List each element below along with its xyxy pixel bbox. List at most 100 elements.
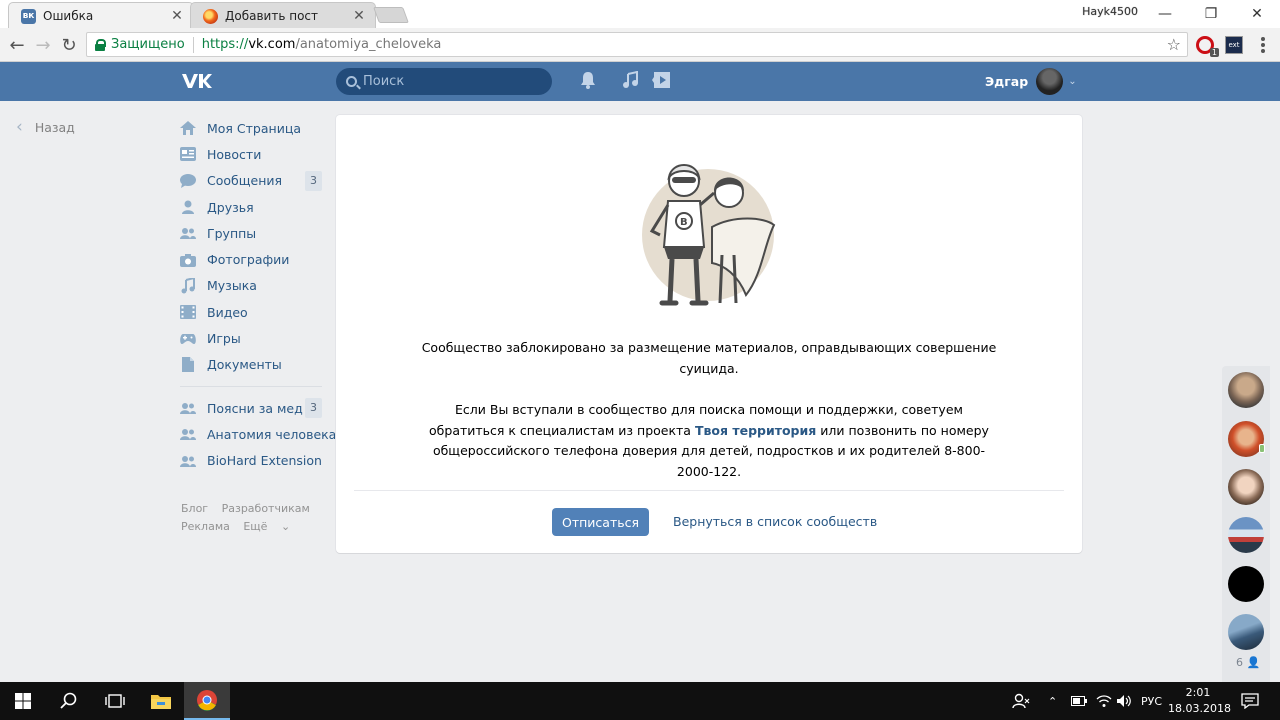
- tab-error[interactable]: вк Ошибка ✕: [8, 2, 194, 28]
- sidebar-item-games[interactable]: Игры: [180, 325, 322, 351]
- sidebar-item-photos[interactable]: Фотографии: [180, 246, 322, 272]
- system-clock[interactable]: 2:01 18.03.2018: [1168, 685, 1231, 717]
- back-arrow-icon[interactable]: ←: [6, 34, 28, 56]
- sidebar-item-music[interactable]: Музыка: [180, 273, 322, 299]
- file-explorer-icon[interactable]: [138, 682, 184, 720]
- chat-avatar[interactable]: [1228, 469, 1264, 505]
- vk-favicon-icon: вк: [21, 9, 36, 24]
- battery-icon[interactable]: [1071, 682, 1087, 720]
- chat-avatar[interactable]: [1228, 517, 1264, 553]
- chat-avatar[interactable]: [1228, 372, 1264, 408]
- search-box[interactable]: [336, 68, 552, 95]
- windows-taskbar: ⌃ РУС 2:01 18.03.2018: [0, 682, 1280, 720]
- svg-text:B: B: [680, 217, 688, 228]
- friends-icon: [180, 199, 196, 215]
- more-contacts-count[interactable]: 6 👤: [1236, 656, 1260, 669]
- wifi-icon[interactable]: [1096, 682, 1112, 720]
- close-window-button[interactable]: ✕: [1234, 0, 1280, 28]
- unsubscribe-button[interactable]: Отписаться: [552, 508, 649, 536]
- tray-expand-icon[interactable]: ⌃: [1048, 682, 1057, 720]
- sidebar-item-friends[interactable]: Друзья: [180, 194, 322, 220]
- vk-logo[interactable]: [180, 70, 214, 92]
- chat-contacts-strip: 6 👤: [1222, 366, 1270, 682]
- user-menu[interactable]: Эдгар ⌄: [985, 62, 1077, 101]
- search-input[interactable]: [363, 74, 533, 89]
- sidebar-item-groups[interactable]: Группы: [180, 220, 322, 246]
- sidebar: Моя Страница Новости Сообщения 3 Друзья …: [180, 115, 336, 474]
- sidebar-divider: [180, 385, 322, 387]
- footer-link-more[interactable]: Ещё ⌄: [243, 520, 300, 533]
- sidebar-item-my-page[interactable]: Моя Страница: [180, 115, 322, 141]
- video-icon: [180, 304, 196, 320]
- back-label: Назад: [34, 119, 75, 135]
- unread-count-badge: 3: [305, 170, 322, 191]
- url-path: /anatomiya_cheloveka: [295, 37, 442, 52]
- volume-icon[interactable]: [1116, 682, 1132, 720]
- restore-button[interactable]: ❐: [1188, 0, 1234, 28]
- sidebar-item-label: Игры: [207, 331, 241, 347]
- footer-link-blog[interactable]: Блог: [181, 502, 208, 515]
- extension-icon[interactable]: ext: [1225, 36, 1243, 54]
- back-to-communities-link[interactable]: Вернуться в список сообществ: [673, 514, 877, 529]
- windows-start-icon[interactable]: [0, 682, 46, 720]
- blocked-community-card: B Сообщество заблокировано за размещение…: [336, 115, 1082, 553]
- firefox-favicon-icon: [203, 9, 218, 24]
- bookmark-star-icon[interactable]: ☆: [1167, 35, 1181, 54]
- input-language[interactable]: РУС: [1141, 682, 1162, 720]
- sidebar-item-documents[interactable]: Документы: [180, 352, 322, 378]
- footer-link-developers[interactable]: Разработчикам: [222, 502, 310, 515]
- chat-avatar[interactable]: [1228, 566, 1264, 602]
- user-name: Эдгар: [985, 74, 1029, 89]
- blocked-message: Сообщество заблокировано за размещение м…: [421, 340, 997, 376]
- notifications-icon[interactable]: [1241, 682, 1259, 720]
- lock-icon: [95, 38, 106, 51]
- minimize-button[interactable]: —: [1142, 0, 1188, 28]
- clock-time: 2:01: [1185, 686, 1211, 699]
- project-link[interactable]: Твоя территория: [695, 423, 816, 438]
- search-icon[interactable]: [46, 682, 92, 720]
- superhero-illustration: B: [642, 164, 776, 306]
- sidebar-item-news[interactable]: Новости: [180, 141, 322, 167]
- secure-label: Защищено: [111, 37, 185, 52]
- footer-link-ads[interactable]: Реклама: [181, 520, 230, 533]
- opera-extension-icon[interactable]: 1: [1196, 36, 1219, 57]
- browser-menu-icon[interactable]: [1255, 36, 1271, 54]
- people-icon[interactable]: [1012, 682, 1030, 720]
- window-user-name[interactable]: Hayk4500: [1082, 5, 1138, 18]
- notifications-bell-icon[interactable]: [579, 71, 599, 91]
- tab-close-icon[interactable]: ✕: [169, 8, 185, 24]
- chat-avatar[interactable]: [1228, 421, 1265, 457]
- sidebar-item-label: Моя Страница: [207, 120, 301, 136]
- address-bar[interactable]: Защищено https:// vk.com /anatomiya_chel…: [86, 32, 1188, 57]
- sidebar-item-video[interactable]: Видео: [180, 299, 322, 325]
- chevron-left-icon: ‹: [16, 117, 23, 137]
- play-icon[interactable]: [651, 71, 671, 91]
- back-link[interactable]: ‹ Назад: [16, 117, 75, 137]
- chat-avatar[interactable]: [1228, 614, 1264, 650]
- sidebar-item-group-anatomy[interactable]: Анатомия человека: [180, 421, 336, 447]
- reload-icon[interactable]: ↻: [58, 34, 80, 56]
- tab-close-icon[interactable]: ✕: [351, 8, 367, 24]
- document-icon: [180, 357, 196, 373]
- task-view-icon[interactable]: [92, 682, 138, 720]
- extension-badge: 1: [1209, 48, 1219, 57]
- sidebar-item-group-biohard[interactable]: BioHard Extension: [180, 448, 322, 474]
- new-tab-button[interactable]: [373, 7, 409, 23]
- sidebar-item-label: Анатомия человека: [207, 426, 337, 442]
- vk-header: Эдгар ⌄: [0, 62, 1280, 101]
- tab-title: Ошибка: [43, 8, 94, 23]
- tab-add-post[interactable]: Добавить пост ✕: [190, 2, 376, 28]
- groups-icon: [180, 225, 196, 241]
- music-icon[interactable]: [621, 70, 641, 91]
- chrome-taskbar-icon[interactable]: [184, 682, 230, 720]
- online-indicator: [1259, 444, 1265, 453]
- clock-date: 18.03.2018: [1168, 702, 1231, 715]
- sidebar-item-label: Друзья: [207, 199, 254, 215]
- sidebar-item-messages[interactable]: Сообщения 3: [180, 168, 322, 194]
- music-icon: [180, 277, 196, 294]
- home-icon: [180, 120, 196, 136]
- sidebar-item-label: Фотографии: [207, 252, 290, 268]
- sidebar-item-group-poyasni[interactable]: Поясни за мед 3: [180, 395, 322, 421]
- forward-arrow-icon[interactable]: →: [32, 34, 54, 56]
- groups-icon: [180, 453, 196, 469]
